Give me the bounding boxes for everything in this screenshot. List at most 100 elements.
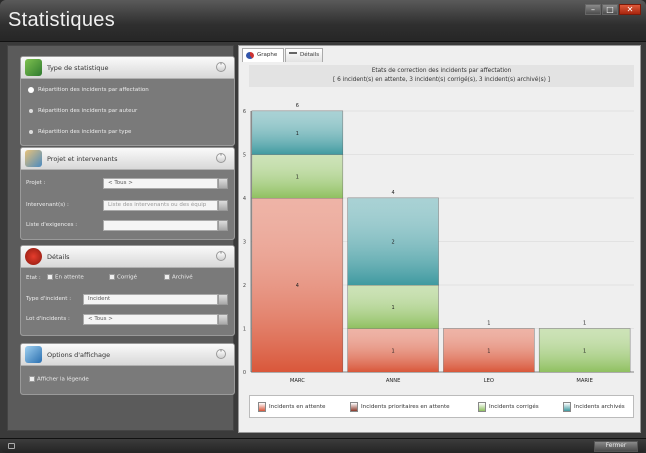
total-label: 1 — [583, 321, 586, 327]
chart-title-line1: Etats de correction des incidents par af… — [371, 68, 512, 74]
data-label: 4 — [296, 283, 299, 289]
display-options-panel: Options d'affichage ˄ Afficher la légend… — [20, 343, 235, 395]
state-archived-checkbox[interactable]: Archivé — [164, 274, 193, 281]
radio-dot-icon — [29, 87, 33, 92]
checkbox-icon — [47, 274, 53, 280]
stacked-bar-chart: 0 1 2 3 4 5 6 4 1 1 6 MARC 1 1 2 4 ANNE 1 1 LEO 1 1 MARIE — [243, 103, 634, 384]
x-tick-label: ANNE — [386, 378, 401, 384]
checkbox-icon — [29, 376, 35, 382]
y-tick-label: 1 — [243, 327, 246, 333]
folder-icon — [8, 443, 15, 449]
people-icon — [25, 150, 42, 167]
radio-label: Répartition des incidents par auteur — [38, 108, 138, 114]
y-tick-label: 5 — [243, 153, 246, 159]
lot-select[interactable]: < Tous > — [83, 314, 218, 325]
radio-label: Répartition des incidents par affectatio… — [38, 87, 149, 93]
table-icon — [289, 52, 297, 59]
maximize-icon[interactable]: □ — [602, 4, 618, 15]
legend-label: Incidents prioritaires en attente — [361, 404, 450, 410]
statistics-window: Statistiques – □ ✕ Type de statistique ˄… — [0, 0, 646, 453]
checkbox-label: En attente — [55, 274, 84, 281]
ellipsis-icon[interactable] — [218, 220, 228, 231]
close-icon[interactable]: ✕ — [619, 4, 641, 15]
chevron-down-icon[interactable] — [218, 314, 228, 325]
project-panel: Projet et intervenants ˄ Projet : < Tous… — [20, 147, 235, 240]
show-legend-checkbox[interactable]: Afficher la légende — [29, 376, 89, 383]
chart-legend: Incidents en attente Incidents prioritair… — [249, 395, 634, 418]
pie-chart-icon — [246, 52, 254, 59]
collapse-icon[interactable]: ˄ — [216, 251, 226, 261]
data-label: 1 — [487, 348, 490, 354]
project-select[interactable]: < Tous > — [103, 178, 218, 189]
incident-type-select[interactable]: Incident — [83, 294, 218, 305]
options-sidebar: Type de statistique ˄ Répartition des in… — [7, 45, 235, 431]
chart-area: Graphe Détails Etats de correction des i… — [238, 45, 641, 433]
data-label: 1 — [296, 131, 299, 137]
legend-label: Incidents en attente — [269, 404, 326, 410]
incident-type-label: Type d'incident : — [26, 296, 72, 302]
legend-item: Incidents archivés — [563, 402, 625, 412]
tab-graph[interactable]: Graphe — [242, 48, 284, 62]
legend-swatch — [258, 402, 266, 412]
radio-by-author[interactable]: Répartition des incidents par auteur — [29, 108, 137, 114]
total-label: 1 — [487, 321, 490, 327]
data-label: 1 — [583, 348, 586, 354]
y-tick-label: 6 — [243, 109, 246, 115]
data-label: 1 — [296, 174, 299, 180]
checkbox-label: Afficher la légende — [37, 376, 89, 383]
state-pending-checkbox[interactable]: En attente — [47, 274, 84, 281]
y-tick-label: 0 — [243, 370, 246, 376]
legend-item: Incidents prioritaires en attente — [350, 402, 450, 412]
collapse-icon[interactable]: ˄ — [216, 349, 226, 359]
tab-label: Graphe — [257, 52, 278, 58]
x-tick-label: MARIE — [576, 378, 592, 384]
y-tick-label: 2 — [243, 283, 246, 289]
total-label: 6 — [296, 103, 299, 109]
project-label: Projet : — [26, 180, 46, 186]
requirements-label: Liste d'exigences : — [26, 222, 78, 228]
chart-bottle-icon — [25, 59, 42, 76]
panel-title: Options d'affichage — [47, 351, 111, 359]
data-label: 2 — [392, 240, 395, 246]
ladybug-icon — [25, 248, 42, 265]
radio-dot-icon — [29, 108, 33, 113]
minimize-icon[interactable]: – — [585, 4, 601, 15]
checkbox-icon — [109, 274, 115, 280]
stakeholders-input[interactable]: Liste des intervenants ou des équip — [103, 200, 218, 211]
title-bar: Statistiques – □ ✕ — [0, 0, 646, 42]
ellipsis-icon[interactable] — [218, 200, 228, 211]
data-label: 1 — [392, 348, 395, 354]
chart-title-line2: [ 6 incident(s) en attente, 3 incident(s… — [332, 77, 551, 83]
legend-swatch — [563, 402, 571, 412]
panel-title: Détails — [47, 253, 70, 261]
legend-label: Incidents archivés — [574, 404, 625, 410]
x-tick-label: LEO — [484, 378, 494, 384]
state-label: Etat : — [26, 275, 41, 281]
stakeholders-label: Intervenant(s) : — [26, 202, 69, 208]
total-label: 4 — [392, 190, 395, 196]
checkbox-label: Corrigé — [117, 274, 138, 281]
chevron-down-icon[interactable] — [218, 178, 228, 189]
checkbox-icon — [164, 274, 170, 280]
state-corrected-checkbox[interactable]: Corrigé — [109, 274, 137, 281]
details-panel: Détails ˄ Etat : En attente Corrigé Arch… — [20, 245, 235, 336]
y-tick-label: 4 — [243, 196, 246, 202]
panel-title: Type de statistique — [47, 64, 109, 72]
tab-label: Détails — [300, 52, 320, 58]
radio-by-assignment[interactable]: Répartition des incidents par affectatio… — [29, 87, 149, 93]
legend-label: Incidents corrigés — [489, 404, 539, 410]
stat-type-panel: Type de statistique ˄ Répartition des in… — [20, 56, 235, 146]
data-label: 1 — [392, 305, 395, 311]
close-button[interactable]: Fermer — [594, 441, 638, 452]
collapse-icon[interactable]: ˄ — [216, 62, 226, 72]
chevron-down-icon[interactable] — [218, 294, 228, 305]
requirements-input[interactable] — [103, 220, 218, 231]
tab-details[interactable]: Détails — [285, 48, 323, 62]
chart-title: Etats de correction des incidents par af… — [249, 65, 634, 87]
legend-item: Incidents en attente — [258, 402, 325, 412]
radio-dot-icon — [29, 129, 33, 134]
radio-label: Répartition des incidents par type — [38, 129, 132, 135]
monitor-icon — [25, 346, 42, 363]
collapse-icon[interactable]: ˄ — [216, 153, 226, 163]
radio-by-type[interactable]: Répartition des incidents par type — [29, 129, 131, 135]
